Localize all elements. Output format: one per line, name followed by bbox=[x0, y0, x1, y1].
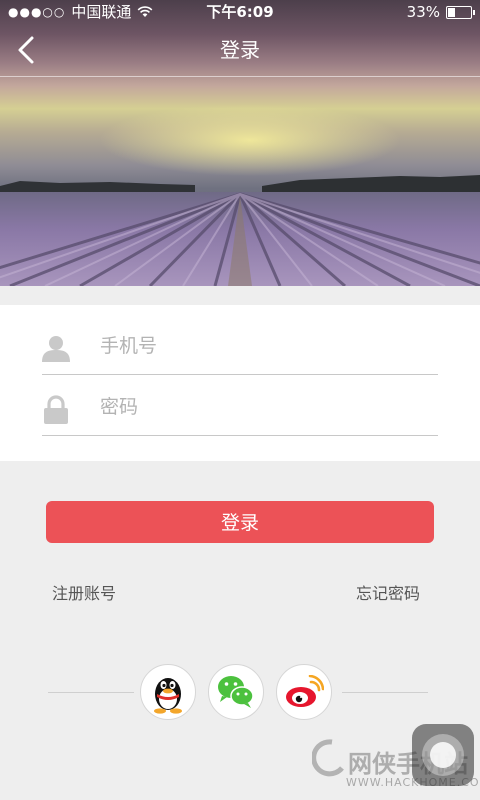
divider-left bbox=[48, 692, 134, 693]
watermark-logo-icon bbox=[312, 739, 344, 777]
password-field-row bbox=[42, 377, 438, 436]
login-button[interactable]: 登录 bbox=[46, 501, 434, 543]
phone-field-row bbox=[42, 316, 438, 375]
wechat-login-button[interactable] bbox=[208, 664, 264, 720]
qq-login-button[interactable] bbox=[140, 664, 196, 720]
navigation-bar: 登录 bbox=[0, 24, 480, 77]
qq-penguin-icon bbox=[154, 678, 182, 714]
register-account-link[interactable]: 注册账号 bbox=[52, 580, 116, 604]
weibo-login-button[interactable] bbox=[276, 664, 332, 720]
battery-icon bbox=[446, 5, 475, 19]
password-input[interactable] bbox=[98, 389, 422, 425]
wechat-icon bbox=[218, 676, 254, 708]
assistive-touch-button[interactable] bbox=[412, 724, 474, 786]
page-title: 登录 bbox=[220, 38, 260, 62]
battery-percent: 33% bbox=[406, 3, 440, 21]
phone-number-input[interactable] bbox=[98, 328, 422, 364]
lock-icon bbox=[44, 395, 68, 424]
battery-level bbox=[448, 7, 455, 17]
login-form bbox=[0, 305, 480, 461]
divider-right bbox=[342, 692, 428, 693]
status-bar: ●●●○○ 中国联通 下午6:09 33% bbox=[0, 0, 480, 24]
forgot-password-link[interactable]: 忘记密码 bbox=[356, 580, 420, 604]
user-icon bbox=[42, 336, 70, 362]
weibo-icon bbox=[286, 675, 324, 707]
